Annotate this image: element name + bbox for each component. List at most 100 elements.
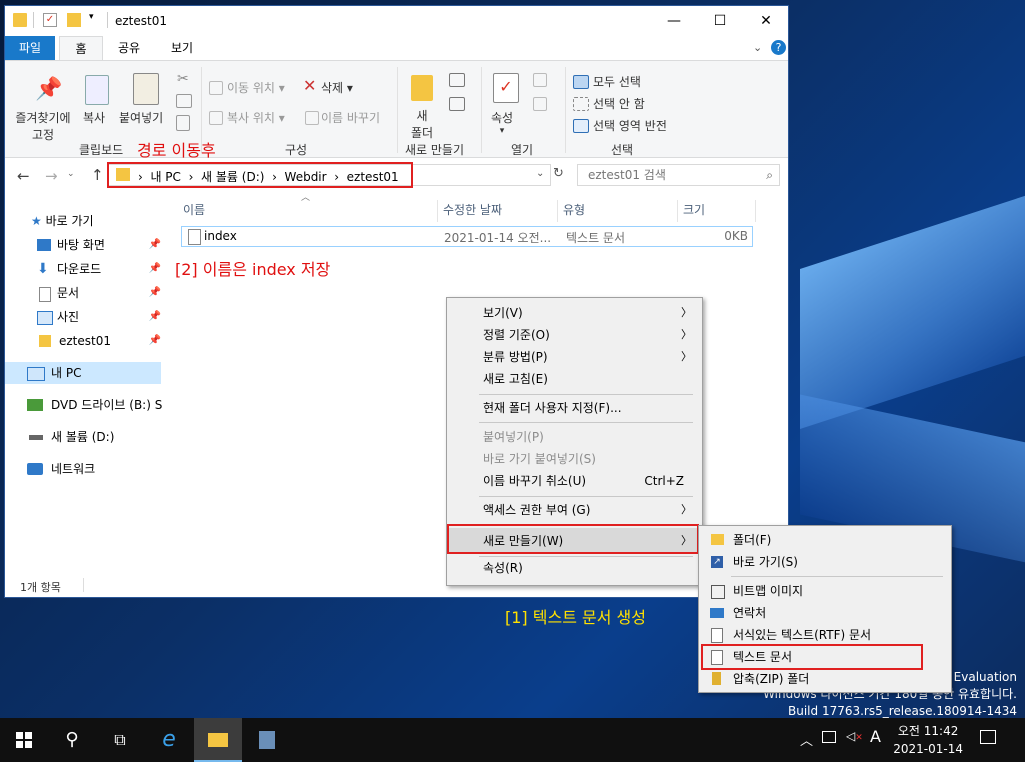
menu-item-view[interactable]: 보기(V) 〉: [447, 302, 702, 324]
submenu-item-folder[interactable]: 폴더(F): [699, 529, 951, 551]
nav-this-pc[interactable]: 내 PC: [5, 362, 161, 384]
invert-selection-button[interactable]: 선택 영역 반전: [593, 117, 667, 134]
server-manager-button[interactable]: [243, 718, 291, 762]
menu-item-group-by[interactable]: 분류 방법(P) 〉: [447, 346, 702, 368]
paste-button[interactable]: 붙여넣기: [119, 109, 163, 126]
recent-locations-icon[interactable]: ⌄: [67, 169, 75, 179]
up-arrow-icon[interactable]: ↑: [91, 166, 104, 184]
cut-icon[interactable]: ✂: [177, 71, 189, 87]
menu-item-undo-rename[interactable]: 이름 바꾸기 취소(U) Ctrl+Z: [447, 470, 702, 492]
pin-icon[interactable]: 📌: [149, 258, 161, 280]
pin-to-quick-access-button[interactable]: 즐겨찾기에 고정: [13, 109, 73, 143]
select-all-button[interactable]: 모두 선택: [593, 73, 641, 90]
menu-item-properties[interactable]: 속성(R): [447, 557, 702, 579]
nav-label: 바로 가기: [45, 214, 94, 228]
select-none-button[interactable]: 선택 안 함: [593, 95, 645, 112]
internet-explorer-button[interactable]: e: [145, 718, 193, 762]
pin-icon[interactable]: 📌: [149, 282, 161, 304]
menu-label: 비트맵 이미지: [733, 584, 804, 598]
search-input[interactable]: eztest01 검색 ⌕: [577, 164, 780, 186]
file-explorer-button[interactable]: [194, 718, 242, 762]
paste-shortcut-icon[interactable]: [176, 115, 190, 131]
tab-share[interactable]: 공유: [107, 36, 151, 60]
nav-downloads[interactable]: ⬇ 다운로드 📌: [37, 258, 161, 280]
forward-arrow-icon[interactable]: →: [45, 167, 58, 185]
pin-icon[interactable]: 📌: [149, 306, 161, 328]
copy-path-icon[interactable]: [176, 94, 192, 108]
new-folder-quick-icon[interactable]: [67, 13, 81, 27]
show-hidden-icons-icon[interactable]: ︿: [800, 730, 813, 749]
column-header-type[interactable]: 유형: [563, 198, 585, 222]
nav-pictures[interactable]: 사진 📌: [37, 306, 161, 328]
close-button[interactable]: ✕: [743, 6, 789, 36]
submenu-item-shortcut[interactable]: ↗ 바로 가기(S): [699, 551, 951, 573]
nav-eztest01[interactable]: eztest01 📌: [37, 330, 161, 352]
column-header-date[interactable]: 수정한 날짜: [443, 198, 502, 222]
network-tray-icon[interactable]: [822, 731, 836, 743]
easy-access-icon[interactable]: [449, 97, 465, 111]
menu-label: 분류 방법(P): [483, 350, 548, 364]
nav-label: 새 볼륨 (D:): [51, 430, 115, 444]
navigation-pane: ★ 바로 가기 바탕 화면 📌 ⬇ 다운로드 📌 문서 📌 사진 📌 eztest01 📌 …: [5, 202, 163, 582]
menu-item-customize-folder[interactable]: 현재 폴더 사용자 지정(F)...: [447, 397, 702, 419]
new-item-icon[interactable]: [449, 73, 465, 87]
quick-access-dropdown-icon[interactable]: ▾: [89, 12, 94, 22]
group-separator: [397, 67, 398, 153]
search-button[interactable]: ⚲: [48, 718, 96, 762]
submenu-item-rtf[interactable]: 서식있는 텍스트(RTF) 문서: [699, 624, 951, 646]
new-folder-button[interactable]: 새 폴더: [409, 107, 435, 141]
move-to-button[interactable]: 이동 위치 ▾: [227, 79, 285, 96]
menu-item-sort[interactable]: 정렬 기준(O) 〉: [447, 324, 702, 346]
pin-icon[interactable]: 📌: [149, 330, 161, 352]
menu-label: 압축(ZIP) 폴더: [733, 672, 810, 686]
column-header-name[interactable]: 이름: [183, 198, 205, 222]
copy-to-button[interactable]: 복사 위치 ▾: [227, 109, 285, 126]
address-dropdown-icon[interactable]: ⌄: [536, 168, 544, 179]
nav-network[interactable]: 네트워크: [5, 458, 95, 480]
help-icon[interactable]: ?: [771, 40, 786, 55]
copy-button[interactable]: 복사: [83, 109, 105, 126]
rename-button[interactable]: 이름 바꾸기: [321, 109, 380, 126]
server-manager-icon: [259, 731, 275, 749]
select-all-icon: [573, 75, 589, 89]
system-clock[interactable]: 오전 11:42 2021-01-14: [893, 722, 963, 758]
copy-to-label: 복사 위치: [227, 111, 275, 125]
tab-view[interactable]: 보기: [155, 36, 209, 60]
tab-file[interactable]: 파일: [5, 36, 55, 60]
submenu-arrow-icon: 〉: [681, 306, 692, 319]
delete-button[interactable]: 삭제 ▾: [321, 79, 353, 96]
ribbon-collapse-icon[interactable]: ⌄: [753, 41, 762, 54]
nav-volume-d[interactable]: 새 볼륨 (D:): [5, 426, 114, 448]
minimize-button[interactable]: —: [651, 6, 697, 36]
menu-item-paste[interactable]: 붙여넣기(P): [447, 426, 702, 448]
task-view-button[interactable]: ⧉: [96, 718, 144, 762]
column-header-size[interactable]: 크기: [683, 198, 705, 222]
submenu-item-bitmap[interactable]: 비트맵 이미지: [699, 580, 951, 602]
nav-desktop[interactable]: 바탕 화면 📌: [37, 234, 161, 256]
menu-item-refresh[interactable]: 새로 고침(E): [447, 368, 702, 390]
path-annotation: 경로 이동후: [137, 141, 216, 160]
volume-muted-icon[interactable]: ◁✕: [846, 729, 863, 743]
start-button[interactable]: [0, 718, 48, 762]
notification-center-icon[interactable]: [980, 730, 996, 744]
menu-item-give-access[interactable]: 액세스 권한 부여 (G) 〉: [447, 499, 702, 521]
refresh-icon[interactable]: ↻: [553, 166, 564, 181]
nav-documents[interactable]: 문서 📌: [37, 282, 161, 304]
nav-quick-access[interactable]: ★ 바로 가기: [31, 210, 94, 232]
submenu-item-zip[interactable]: 압축(ZIP) 폴더: [699, 668, 951, 690]
maximize-button[interactable]: ☐: [697, 6, 743, 36]
properties-quick-icon[interactable]: ✓: [43, 13, 57, 27]
submenu-item-contact[interactable]: 연락처: [699, 602, 951, 624]
open-icon[interactable]: [533, 73, 547, 87]
back-arrow-icon[interactable]: ←: [17, 167, 30, 185]
tab-home[interactable]: 홈: [59, 36, 103, 60]
pin-icon[interactable]: 📌: [149, 234, 161, 256]
file-row[interactable]: index 2021-01-14 오전... 텍스트 문서 0KB: [181, 226, 753, 247]
edit-icon[interactable]: [533, 97, 547, 111]
input-method-indicator[interactable]: A: [870, 727, 881, 746]
dvd-drive-icon: [27, 399, 43, 411]
nav-label: 네트워크: [51, 462, 96, 476]
menu-item-paste-shortcut[interactable]: 바로 가기 붙여넣기(S): [447, 448, 702, 470]
nav-dvd-drive[interactable]: DVD 드라이브 (B:) S: [5, 394, 163, 416]
properties-button[interactable]: 속성 ▾: [491, 109, 513, 136]
